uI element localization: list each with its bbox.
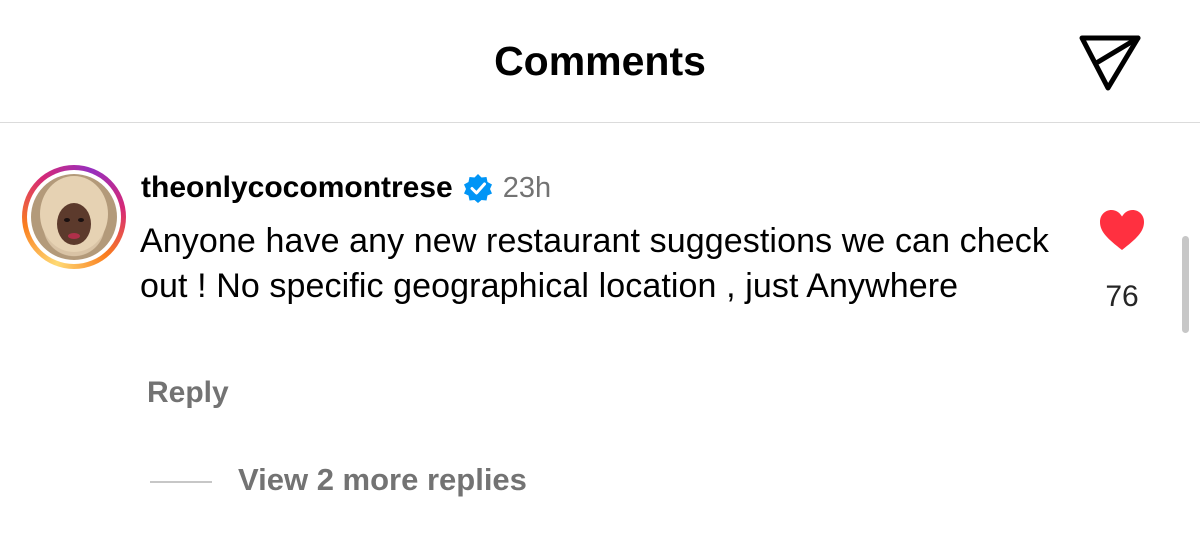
share-button[interactable] (1076, 30, 1144, 94)
page-title: Comments (494, 38, 706, 84)
view-more-replies-button[interactable]: View 2 more replies (238, 462, 527, 498)
comment-header-row: theonlycocomontrese 23h (141, 168, 551, 208)
like-count: 76 (1105, 280, 1139, 313)
verified-badge-icon (463, 174, 492, 203)
heart-filled-icon (1100, 210, 1144, 250)
comments-header: Comments (0, 0, 1200, 123)
comment-text: Anyone have any new restaurant suggestio… (140, 222, 1049, 305)
like-button[interactable] (1098, 208, 1146, 252)
replies-divider (150, 481, 212, 483)
reply-button[interactable]: Reply (147, 376, 229, 410)
username-link[interactable]: theonlycocomontrese (141, 171, 453, 205)
profile-avatar (31, 174, 117, 260)
comment-timestamp: 23h (502, 171, 552, 204)
avatar[interactable] (22, 165, 126, 269)
scrollbar[interactable] (1182, 236, 1189, 333)
paper-plane-icon (1079, 35, 1141, 91)
